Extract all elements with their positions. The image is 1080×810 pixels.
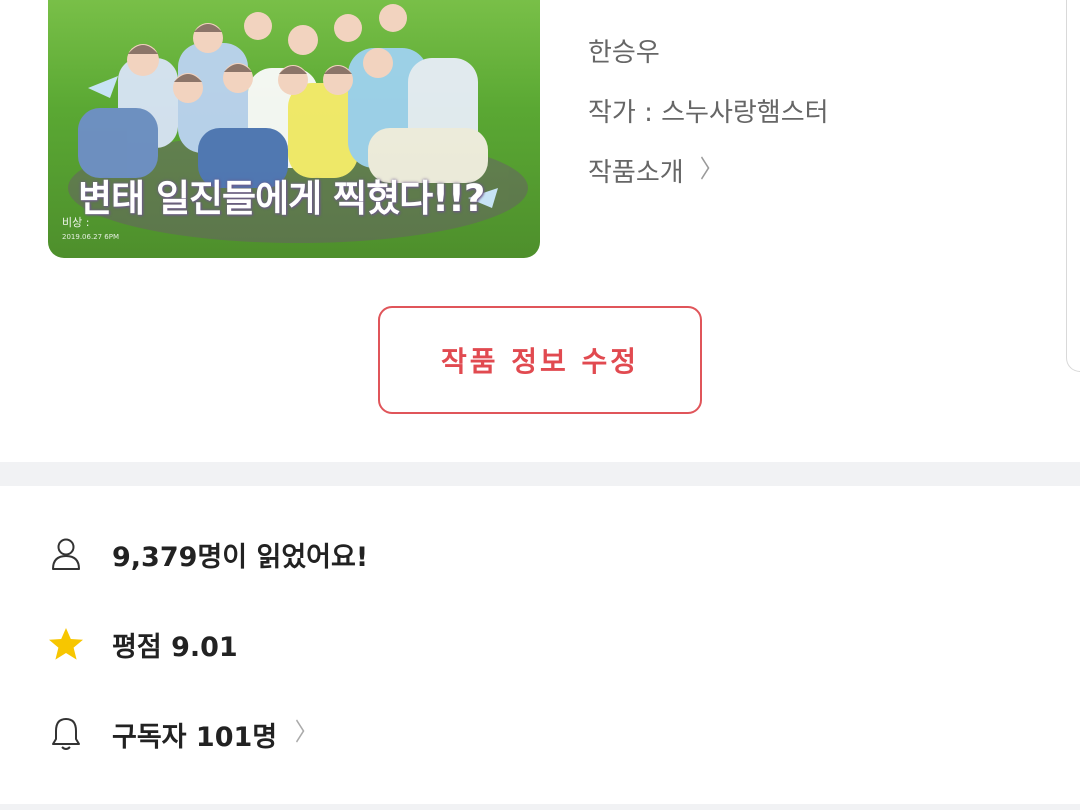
chevron-right-icon — [700, 155, 710, 187]
cover-image[interactable]: 변태 일진들에게 찍혔다!!? 비상 : 2019.06.27 6PM — [48, 0, 540, 258]
cover-date: 2019.06.27 6PM — [62, 233, 120, 241]
intro-label: 작품소개 — [588, 158, 684, 188]
subscribers-count: 구독자 101명 — [112, 721, 278, 753]
bottom-divider — [0, 804, 1080, 810]
cover-caption: 비상 : — [62, 216, 90, 229]
readers-count: 9,379명이 읽었어요! — [112, 541, 369, 573]
author-line: 작가 : 스누사랑햄스터 — [588, 98, 829, 128]
intro-link[interactable]: 작품소개 — [588, 152, 712, 189]
rating-value: 평점 9.01 — [112, 631, 238, 663]
edit-work-info-button[interactable]: 작품 정보 수정 — [378, 306, 702, 414]
star-icon — [48, 626, 84, 662]
person-icon — [48, 536, 84, 572]
rating-stat: 평점 9.01 — [48, 624, 238, 664]
work-title-name: 한승우 — [588, 38, 660, 68]
subscribers-stat[interactable]: 구독자 101명 — [48, 714, 307, 754]
section-divider — [0, 462, 1080, 486]
readers-stat: 9,379명이 읽었어요! — [48, 534, 368, 574]
bell-icon — [48, 716, 84, 752]
work-detail-page: 변태 일진들에게 찍혔다!!? 비상 : 2019.06.27 6PM 한승우 … — [0, 0, 1080, 810]
side-panel-edge — [1066, 0, 1080, 372]
chevron-right-icon — [295, 718, 305, 750]
cover-title: 변태 일진들에게 찍혔다!!? — [78, 177, 485, 220]
